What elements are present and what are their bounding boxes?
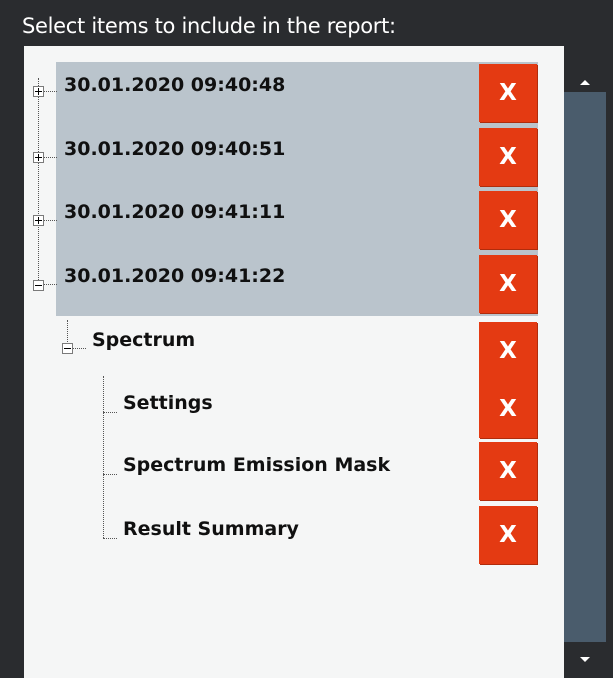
tree-item[interactable]: 30.01.2020 09:40:48 X	[24, 62, 564, 122]
tree-item-label: 30.01.2020 09:40:51	[64, 138, 286, 160]
minus-box-icon[interactable]	[62, 343, 73, 354]
delete-button[interactable]: X	[479, 380, 537, 438]
delete-button[interactable]: X	[479, 322, 537, 380]
tree-item[interactable]: Result Summary X	[24, 506, 564, 566]
tree-item[interactable]: 30.01.2020 09:40:51 X	[24, 126, 564, 186]
plus-box-icon[interactable]	[33, 152, 44, 163]
vertical-scrollbar[interactable]	[564, 46, 606, 678]
tree-item[interactable]: Spectrum Emission Mask X	[24, 442, 564, 502]
tree-item-label: Spectrum	[92, 329, 196, 351]
delete-button[interactable]: X	[479, 506, 537, 564]
panel-title: Select items to include in the report:	[22, 14, 396, 38]
tree-item-label: 30.01.2020 09:41:11	[64, 201, 286, 223]
tree-item[interactable]: Settings X	[24, 380, 564, 440]
delete-button[interactable]: X	[479, 442, 537, 500]
tree-item[interactable]: 30.01.2020 09:41:11 X	[24, 189, 564, 249]
tree-item[interactable]: 30.01.2020 09:41:22 X	[24, 253, 564, 313]
tree-item-label: 30.01.2020 09:41:22	[64, 265, 286, 287]
delete-button[interactable]: X	[479, 191, 537, 249]
triangle-up-icon[interactable]	[580, 80, 590, 85]
tree-item-label: 30.01.2020 09:40:48	[64, 74, 286, 96]
report-items-panel: Select items to include in the report: 3…	[0, 0, 613, 678]
delete-button[interactable]: X	[479, 255, 537, 313]
tree-item[interactable]: Spectrum X	[24, 316, 564, 380]
triangle-down-icon[interactable]	[580, 657, 590, 662]
plus-box-icon[interactable]	[33, 86, 44, 97]
plus-box-icon[interactable]	[33, 215, 44, 226]
tree-item-label: Result Summary	[123, 518, 299, 540]
tree-item-label: Settings	[123, 392, 213, 414]
minus-box-icon[interactable]	[33, 280, 44, 291]
report-items-tree[interactable]: 30.01.2020 09:40:48 X 30.01.2020 09:40:5…	[24, 46, 564, 678]
tree-item-label: Spectrum Emission Mask	[123, 454, 391, 476]
delete-button[interactable]: X	[479, 64, 537, 122]
scroll-thumb[interactable]	[564, 92, 606, 642]
delete-button[interactable]: X	[479, 128, 537, 186]
